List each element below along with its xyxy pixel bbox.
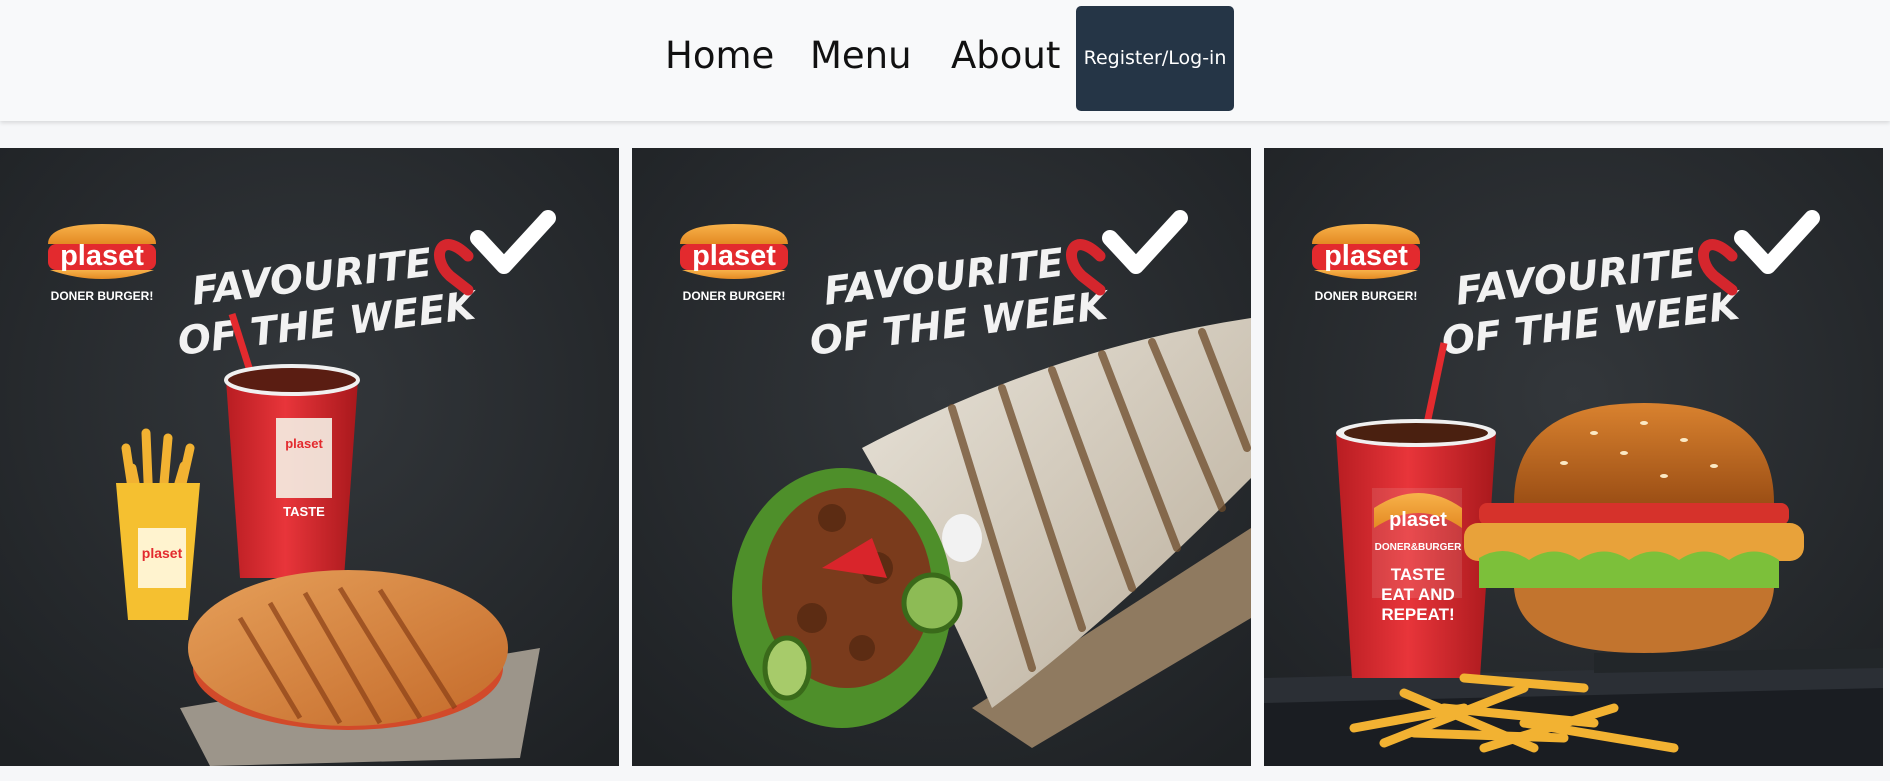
promo-card-burger[interactable]: plaset DONER BURGER! FAVOURITE OF THE WE… [1264, 148, 1883, 766]
cup-slogan-line1: TASTE [283, 504, 325, 519]
plaset-logo-icon: plaset DONER BURGER! [1312, 224, 1420, 303]
logo-brand-text: plaset [692, 240, 776, 272]
plaset-logo-icon: plaset DONER BURGER! [680, 224, 788, 303]
logo-tagline-text: DONER BURGER! [683, 289, 786, 303]
nav-home-link[interactable]: Home [665, 34, 774, 78]
cup-slogan-line1: TASTE [1391, 565, 1445, 584]
promo-card-wrap[interactable]: plaset DONER BURGER! FAVOURITE OF THE WE… [632, 148, 1251, 766]
nav-menu-link[interactable]: Menu [810, 34, 912, 78]
cup-slogan-line3: REPEAT! [1381, 605, 1454, 624]
cup-brand-text: plaset [285, 436, 323, 451]
register-login-button[interactable]: Register/Log-in [1076, 6, 1234, 111]
logo-brand-text: plaset [60, 240, 144, 272]
cup-sub-text: DONER&BURGER [1375, 542, 1462, 553]
plaset-logo-icon: plaset DONER BURGER! [48, 224, 156, 303]
promo-card-combo[interactable]: plaset DONER BURGER! FAVOURITE OF THE WE… [0, 148, 619, 766]
top-navbar: Home Menu About Register/Log-in [0, 0, 1890, 121]
cup-slogan-line2: EAT AND [1381, 585, 1455, 604]
logo-tagline-text: DONER BURGER! [51, 289, 154, 303]
cup-brand-text: plaset [1389, 509, 1447, 531]
promo-gallery: plaset DONER BURGER! FAVOURITE OF THE WE… [0, 148, 1890, 766]
fries-brand-text: plaset [142, 545, 183, 561]
logo-brand-text: plaset [1324, 240, 1408, 272]
nav-about-link[interactable]: About [951, 34, 1060, 78]
logo-tagline-text: DONER BURGER! [1315, 289, 1418, 303]
